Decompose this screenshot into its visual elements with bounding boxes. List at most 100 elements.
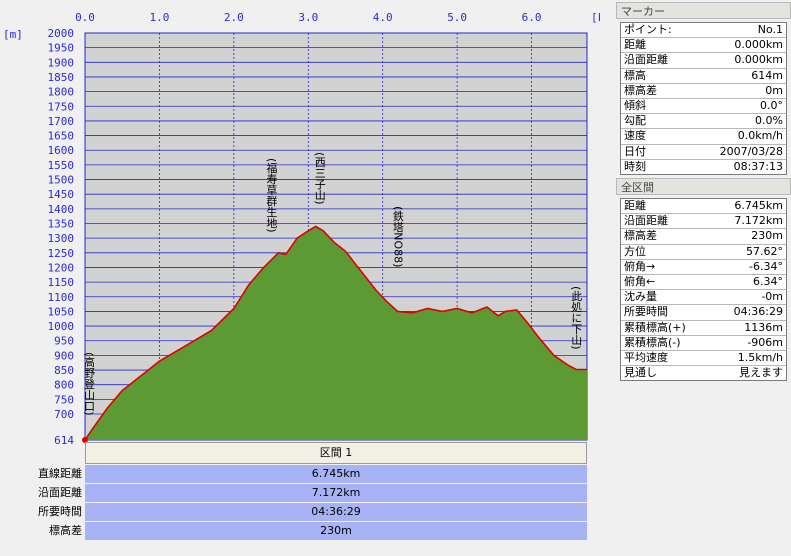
info-key: 日付	[624, 144, 646, 158]
y-tick-label: 1750	[48, 100, 75, 113]
info-value: 614m	[751, 68, 783, 82]
y-tick-label: 1800	[48, 86, 75, 99]
info-panel: マーカー ポイント: No.1 距離 0.000km 沿面距離 0.000km 標高 614m…	[616, 0, 791, 556]
info-key: 時刻	[624, 159, 646, 173]
info-key: 標高差	[624, 229, 657, 243]
info-value: 230m	[751, 229, 783, 243]
y-tick-label: 850	[54, 364, 74, 377]
y-tick-label: 900	[54, 349, 74, 362]
info-value: 6.34°	[753, 274, 783, 288]
info-value: 1.5km/h	[737, 350, 783, 364]
x-unit-label: [km]	[591, 11, 600, 24]
section-label: 直線距離	[38, 467, 82, 480]
y-tick-label: 1550	[48, 159, 75, 172]
info-row: 距離 6.745km	[621, 199, 786, 215]
info-key: 標高差	[624, 83, 657, 97]
info-key: 所要時間	[624, 305, 668, 319]
info-value: 0.0°	[760, 98, 783, 112]
info-key: 平均速度	[624, 350, 668, 364]
marker-header: マーカー	[616, 2, 791, 19]
info-row: 見通し 見えます	[621, 366, 786, 381]
info-row: 所要時間 04:36:29	[621, 305, 786, 321]
section-value: 6.745km	[85, 465, 587, 483]
info-value: 2007/03/28	[719, 144, 783, 158]
info-row: 沈み量 -0m	[621, 290, 786, 306]
info-value: No.1	[757, 23, 783, 36]
section-row-straight: 直線距離 6.745km	[0, 465, 587, 483]
y-tick-label: 1250	[48, 247, 75, 260]
info-key: 累積標高(+)	[624, 320, 686, 334]
section-label: 標高差	[49, 524, 82, 537]
annotation-label: (福寿草群生地)	[265, 158, 278, 233]
info-row: 累積標高(-) -906m	[621, 336, 786, 351]
section-header[interactable]: 区間 1	[85, 442, 587, 464]
info-row: 距離 0.000km	[621, 38, 786, 54]
info-key: 距離	[624, 199, 646, 212]
info-value: 08:37:13	[733, 159, 783, 173]
info-row: 標高差 0m	[621, 84, 786, 99]
x-tick-label: 6.0	[522, 11, 542, 24]
info-key: 沈み量	[624, 290, 657, 304]
section-title: 区間 1	[319, 446, 353, 459]
y-tick-label: 750	[54, 393, 74, 406]
y-tick-label: 1700	[48, 115, 75, 128]
info-row: 傾斜 0.0°	[621, 98, 786, 115]
info-key: 累積標高(-)	[624, 335, 681, 349]
info-value: 1136m	[744, 320, 783, 334]
marker-table: ポイント: No.1 距離 0.000km 沿面距離 0.000km 標高 614m 標高差 0m…	[620, 22, 787, 175]
info-row: 標高差 230m	[621, 229, 786, 245]
info-value: -0m	[761, 290, 783, 304]
info-row: 累積標高(+) 1136m	[621, 321, 786, 336]
info-key: 俯角←	[624, 274, 656, 288]
info-row: 方位 57.62°	[621, 245, 786, 260]
info-row: ポイント: No.1	[621, 23, 786, 39]
y-tick-label: 1900	[48, 56, 75, 69]
info-value: -906m	[747, 335, 783, 349]
y-tick-label: 1200	[48, 261, 75, 274]
info-key: 速度	[624, 129, 646, 143]
info-row: 俯角← 6.34°	[621, 274, 786, 291]
info-row: 平均速度 1.5km/h	[621, 350, 786, 367]
info-value: 7.172km	[734, 214, 783, 228]
y-tick-label: 1300	[48, 232, 75, 245]
section-row-surface: 沿面距離 7.172km	[0, 484, 587, 502]
annotation-label: (鉄塔NO88)	[391, 206, 404, 267]
info-key: ポイント:	[624, 23, 672, 36]
info-row: 標高 614m	[621, 69, 786, 84]
info-value: 0.0km/h	[737, 129, 783, 143]
info-value: 0m	[765, 83, 783, 97]
info-row: 速度 0.0km/h	[621, 129, 786, 145]
y-unit-label: [m]	[3, 28, 23, 41]
info-row: 日付 2007/03/28	[621, 145, 786, 160]
info-row: 時刻 08:37:13	[621, 160, 786, 175]
x-tick-label: 1.0	[149, 11, 169, 24]
info-value: 6.745km	[734, 199, 783, 212]
all-section-header: 全区間	[616, 178, 791, 195]
x-tick-label: 0.0	[75, 11, 95, 24]
y-tick-label: 1850	[48, 71, 75, 84]
x-tick-label: 4.0	[373, 11, 393, 24]
info-key: 沿面距離	[624, 214, 668, 228]
info-row: 沿面距離 0.000km	[621, 53, 786, 69]
y-tick-label: 1400	[48, 203, 75, 216]
elevation-chart: 2000 19501900 1850 18001750 1700 16501600 1550…	[3, 11, 600, 445]
y-tick-label: 1500	[48, 174, 75, 187]
y-tick-label: 1450	[48, 188, 75, 201]
info-row: 勾配 0.0%	[621, 114, 786, 130]
info-value: 0.000km	[734, 53, 783, 67]
y-tick-label: 700	[54, 408, 74, 421]
info-row: 俯角→ -6.34°	[621, 260, 786, 275]
info-value: 04:36:29	[733, 305, 783, 319]
section-row-elevdiff: 標高差 230m	[0, 522, 587, 540]
info-key: 俯角→	[624, 259, 656, 273]
x-tick-label: 2.0	[224, 11, 244, 24]
info-key: 距離	[624, 38, 646, 52]
x-tick-label: 3.0	[298, 11, 318, 24]
plot-area	[82, 32, 588, 443]
annotation-label: (西三子山)	[313, 152, 326, 205]
y-tick-label: 614	[54, 434, 74, 445]
section-label: 沿面距離	[38, 486, 82, 499]
info-value: -6.34°	[749, 259, 783, 273]
info-key: 傾斜	[624, 98, 646, 112]
section-value: 7.172km	[85, 484, 587, 502]
